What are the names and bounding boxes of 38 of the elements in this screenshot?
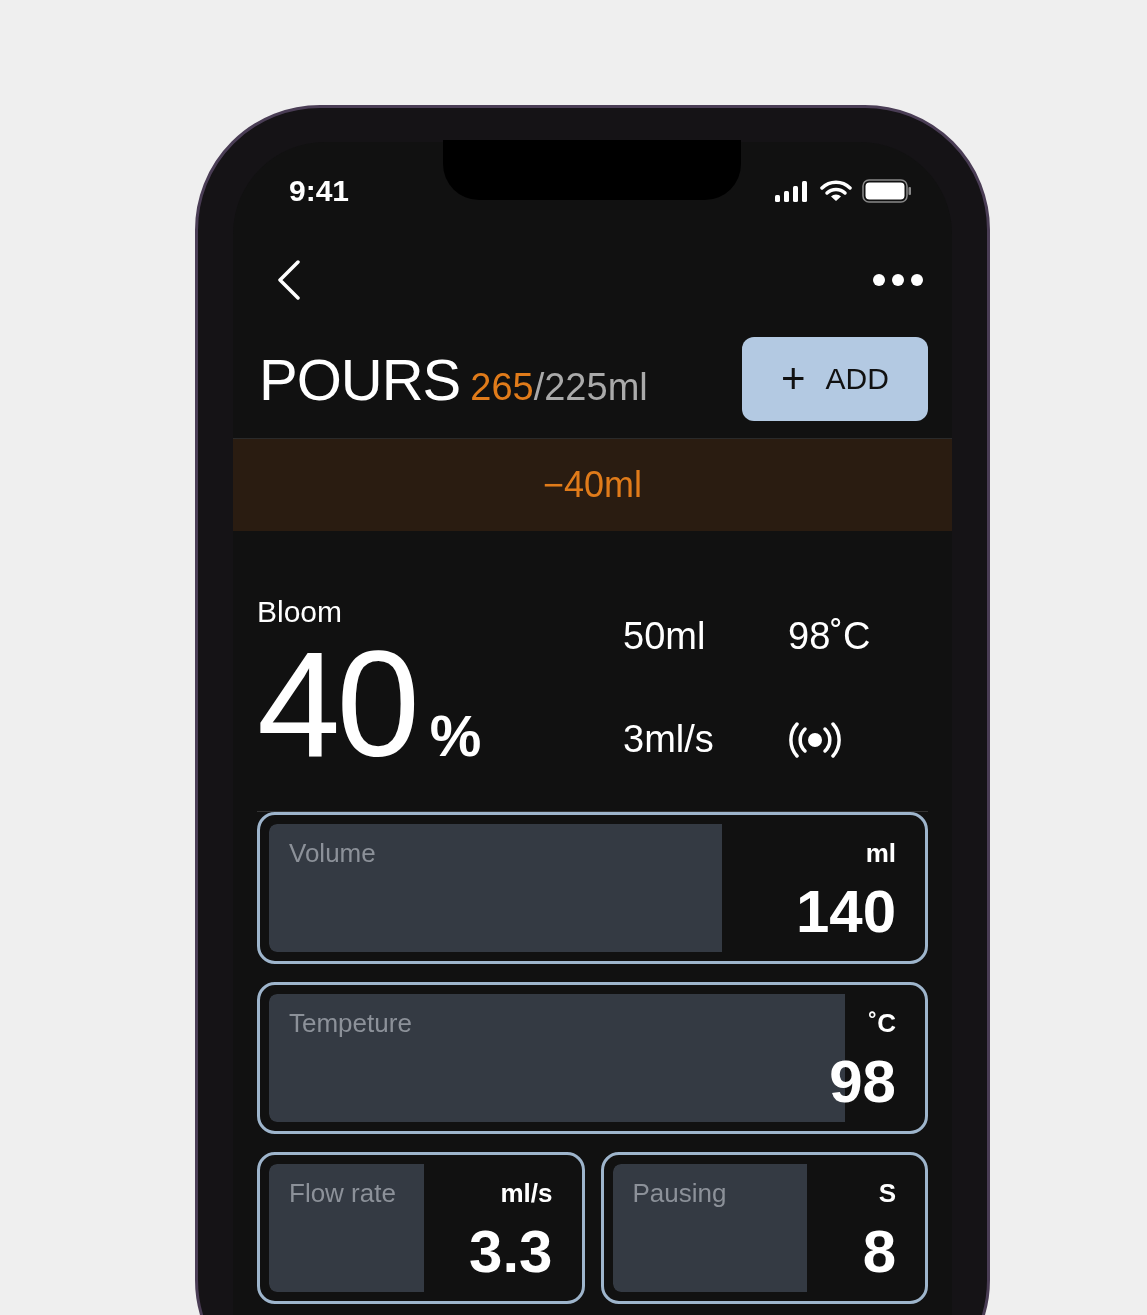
slider-card[interactable]: Pausing S 8 [600, 1152, 928, 1304]
slider-card[interactable]: Volume ml 140 [257, 812, 928, 964]
slider-value: 140 [795, 877, 896, 946]
status-time: 9:41 [289, 174, 350, 208]
signal-icon [774, 180, 810, 202]
step-volume: 50ml [623, 615, 706, 658]
slider-label: Tempeture [288, 1007, 413, 1040]
slider-card[interactable]: Flow rate ml/s 3.3 [257, 1152, 585, 1304]
wifi-icon [820, 180, 852, 202]
step-percent: 40 [257, 629, 416, 779]
step-flow: 3ml/s [623, 718, 714, 761]
more-icon[interactable] [872, 273, 924, 287]
slider-track[interactable]: Flow rate ml/s 3.3 [269, 1164, 573, 1292]
slider-label: Pausing [631, 1177, 728, 1210]
percent-unit: % [429, 702, 482, 769]
slider-unit: ml [865, 838, 896, 869]
slider-unit: ˚C [868, 1008, 896, 1039]
screen-title: POURS [259, 345, 461, 413]
slider-card[interactable]: Tempeture ˚C 98 [257, 982, 928, 1134]
step-temperature: 98˚C [788, 615, 871, 658]
slider-track[interactable]: Pausing S 8 [612, 1164, 916, 1292]
slider-unit: ml/s [500, 1178, 553, 1209]
slider-unit: S [878, 1178, 896, 1209]
slider-value: 98 [829, 1047, 896, 1116]
battery-icon [862, 179, 912, 203]
difference-text: −40ml [542, 464, 643, 506]
back-icon[interactable] [277, 260, 301, 300]
slider-value: 8 [862, 1217, 896, 1286]
poured-amount: 265 [470, 365, 534, 409]
broadcast-icon [788, 721, 842, 758]
target-amount: /225ml [533, 365, 648, 409]
slider-label: Flow rate [288, 1177, 397, 1210]
slider-track[interactable]: Tempeture ˚C 98 [269, 994, 916, 1122]
slider-value: 3.3 [469, 1217, 553, 1286]
slider-label: Volume [288, 837, 377, 870]
add-button[interactable]: + ADD [742, 337, 928, 421]
slider-track[interactable]: Volume ml 140 [269, 824, 916, 952]
step-name: Bloom [257, 595, 344, 629]
